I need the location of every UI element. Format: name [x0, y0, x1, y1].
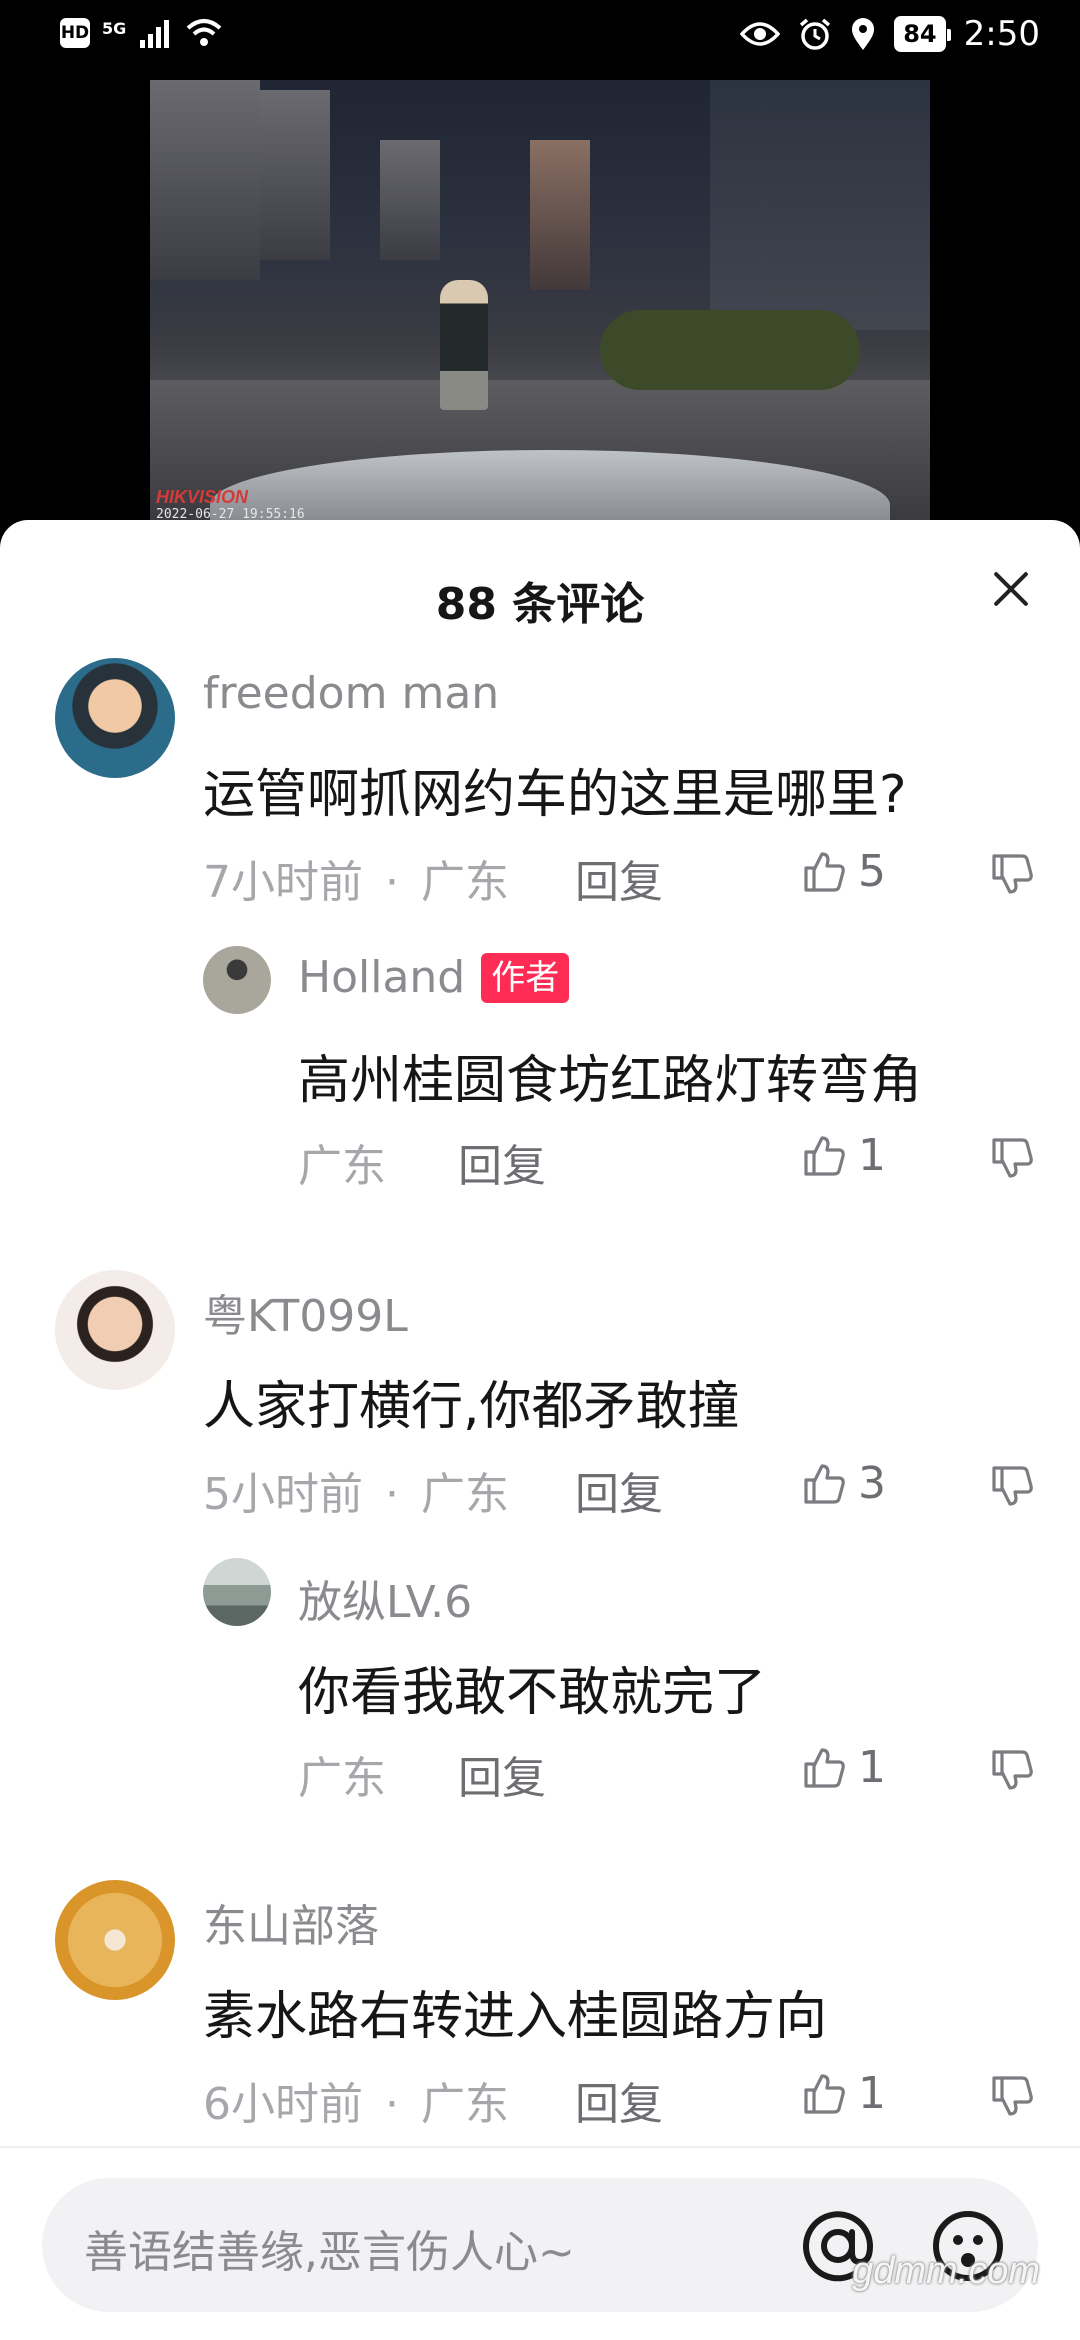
username-text[interactable]: Holland [298, 952, 465, 1003]
thumb-down-icon[interactable] [988, 1134, 1036, 1182]
network-label: 5G [102, 18, 127, 38]
site-watermark: gdmm.com [852, 2250, 1040, 2292]
username-text[interactable]: 粤KT099L [203, 1280, 408, 1344]
like-count: 1 [858, 1742, 886, 1793]
video-building [150, 80, 260, 280]
video-preview[interactable]: HIKVISION 2022-06-27 19:55:16 [150, 80, 930, 520]
status-right: 84 2:50 [740, 14, 1040, 54]
thumb-up-icon [804, 1135, 845, 1176]
avatar[interactable] [55, 658, 175, 778]
like-count: 5 [858, 846, 886, 897]
reply-meta: 广东 回复 [298, 1130, 546, 1194]
comment-region: 广东 [421, 857, 509, 908]
comment-text: 人家打横行,你都矛敢撞 [203, 1377, 740, 1437]
location-icon [852, 18, 875, 50]
comment-time: 7小时前 [203, 857, 363, 908]
status-left: HD 5G [60, 18, 222, 48]
thumb-up-icon [804, 851, 845, 892]
thumb-down-icon[interactable] [988, 1746, 1036, 1794]
status-bar: HD 5G 84 2:50 [0, 0, 1080, 80]
avatar[interactable] [55, 1270, 175, 1390]
comment-text: 素水路右转进入桂圆路方向 [203, 1987, 828, 2047]
reply-text: 高州桂圆食坊红路灯转弯角 [298, 1051, 923, 1111]
username-text[interactable]: freedom man [203, 668, 499, 719]
hd-icon: HD [60, 18, 90, 48]
reply-region: 广东 [298, 1753, 386, 1804]
thumb-down-icon[interactable] [988, 1462, 1036, 1510]
reply-username[interactable]: Holland 作者 [298, 952, 570, 1003]
like-count: 1 [858, 2068, 886, 2119]
comment-region: 广东 [421, 2079, 509, 2130]
reply-text: 你看我敢不敢就完了 [298, 1663, 767, 1723]
avatar[interactable] [203, 946, 271, 1014]
reply-button[interactable]: 回复 [575, 1469, 663, 1520]
video-building [710, 80, 930, 330]
username-text[interactable]: 放纵LV.6 [298, 1566, 472, 1630]
comment-text: 运管啊抓网约车的这里是哪里? [203, 765, 907, 825]
wifi-icon [186, 19, 222, 46]
comment-time: 5小时前 [203, 1469, 363, 1520]
eye-icon [740, 22, 781, 46]
like-button[interactable]: 1 [800, 2068, 886, 2119]
battery-icon: 84 [894, 16, 952, 52]
comment-region: 广东 [421, 1469, 509, 1520]
like-button[interactable]: 5 [800, 846, 886, 897]
comment-meta: 6小时前 · 广东 回复 [203, 2068, 663, 2132]
clock-time: 2:50 [963, 14, 1040, 54]
alarm-icon [800, 18, 831, 50]
video-person [440, 280, 488, 410]
video-timestamp: 2022-06-27 19:55:16 [156, 507, 305, 520]
video-trees [600, 310, 860, 390]
comment-time: 6小时前 [203, 2079, 363, 2130]
author-badge: 作者 [481, 952, 570, 1003]
reply-button[interactable]: 回复 [575, 2079, 663, 2130]
reply-button[interactable]: 回复 [575, 857, 663, 908]
comment-input-bar: 善语结善缘,恶言伤人心~ [0, 2146, 1080, 2340]
comment-username[interactable]: 东山部落 [203, 1890, 379, 1954]
comment-username[interactable]: 粤KT099L [203, 1280, 408, 1344]
video-building [530, 140, 590, 290]
username-text[interactable]: 东山部落 [203, 1890, 379, 1954]
video-building [380, 140, 440, 260]
like-count: 1 [858, 1130, 886, 1181]
thumb-up-icon [804, 1747, 845, 1788]
reply-meta: 广东 回复 [298, 1742, 546, 1806]
reply-button[interactable]: 回复 [458, 1141, 546, 1192]
thumb-down-icon[interactable] [988, 2072, 1036, 2120]
thumb-down-icon[interactable] [988, 850, 1036, 898]
meta-separator: · [385, 2079, 399, 2130]
like-button[interactable]: 1 [800, 1130, 886, 1181]
comment-count-title: 88 条评论 [435, 579, 645, 630]
reply-username[interactable]: 放纵LV.6 [298, 1566, 472, 1630]
close-icon[interactable] [986, 564, 1036, 614]
thumb-up-icon [804, 1463, 845, 1504]
signal-icon [140, 20, 170, 48]
like-button[interactable]: 3 [800, 1458, 886, 1509]
video-building [260, 90, 330, 260]
input-placeholder[interactable]: 善语结善缘,恶言伤人心~ [84, 2216, 575, 2280]
thumb-up-icon [804, 2073, 845, 2114]
comment-meta: 7小时前 · 广东 回复 [203, 846, 663, 910]
like-button[interactable]: 1 [800, 1742, 886, 1793]
avatar[interactable] [203, 1558, 271, 1626]
video-brand-watermark: HIKVISION [156, 487, 249, 507]
meta-separator: · [385, 1469, 399, 1520]
reply-region: 广东 [298, 1141, 386, 1192]
meta-separator: · [385, 857, 399, 908]
avatar[interactable] [55, 1880, 175, 2000]
like-count: 3 [858, 1458, 886, 1509]
comment-username[interactable]: freedom man [203, 668, 499, 719]
reply-button[interactable]: 回复 [458, 1753, 546, 1804]
comment-meta: 5小时前 · 广东 回复 [203, 1458, 663, 1522]
